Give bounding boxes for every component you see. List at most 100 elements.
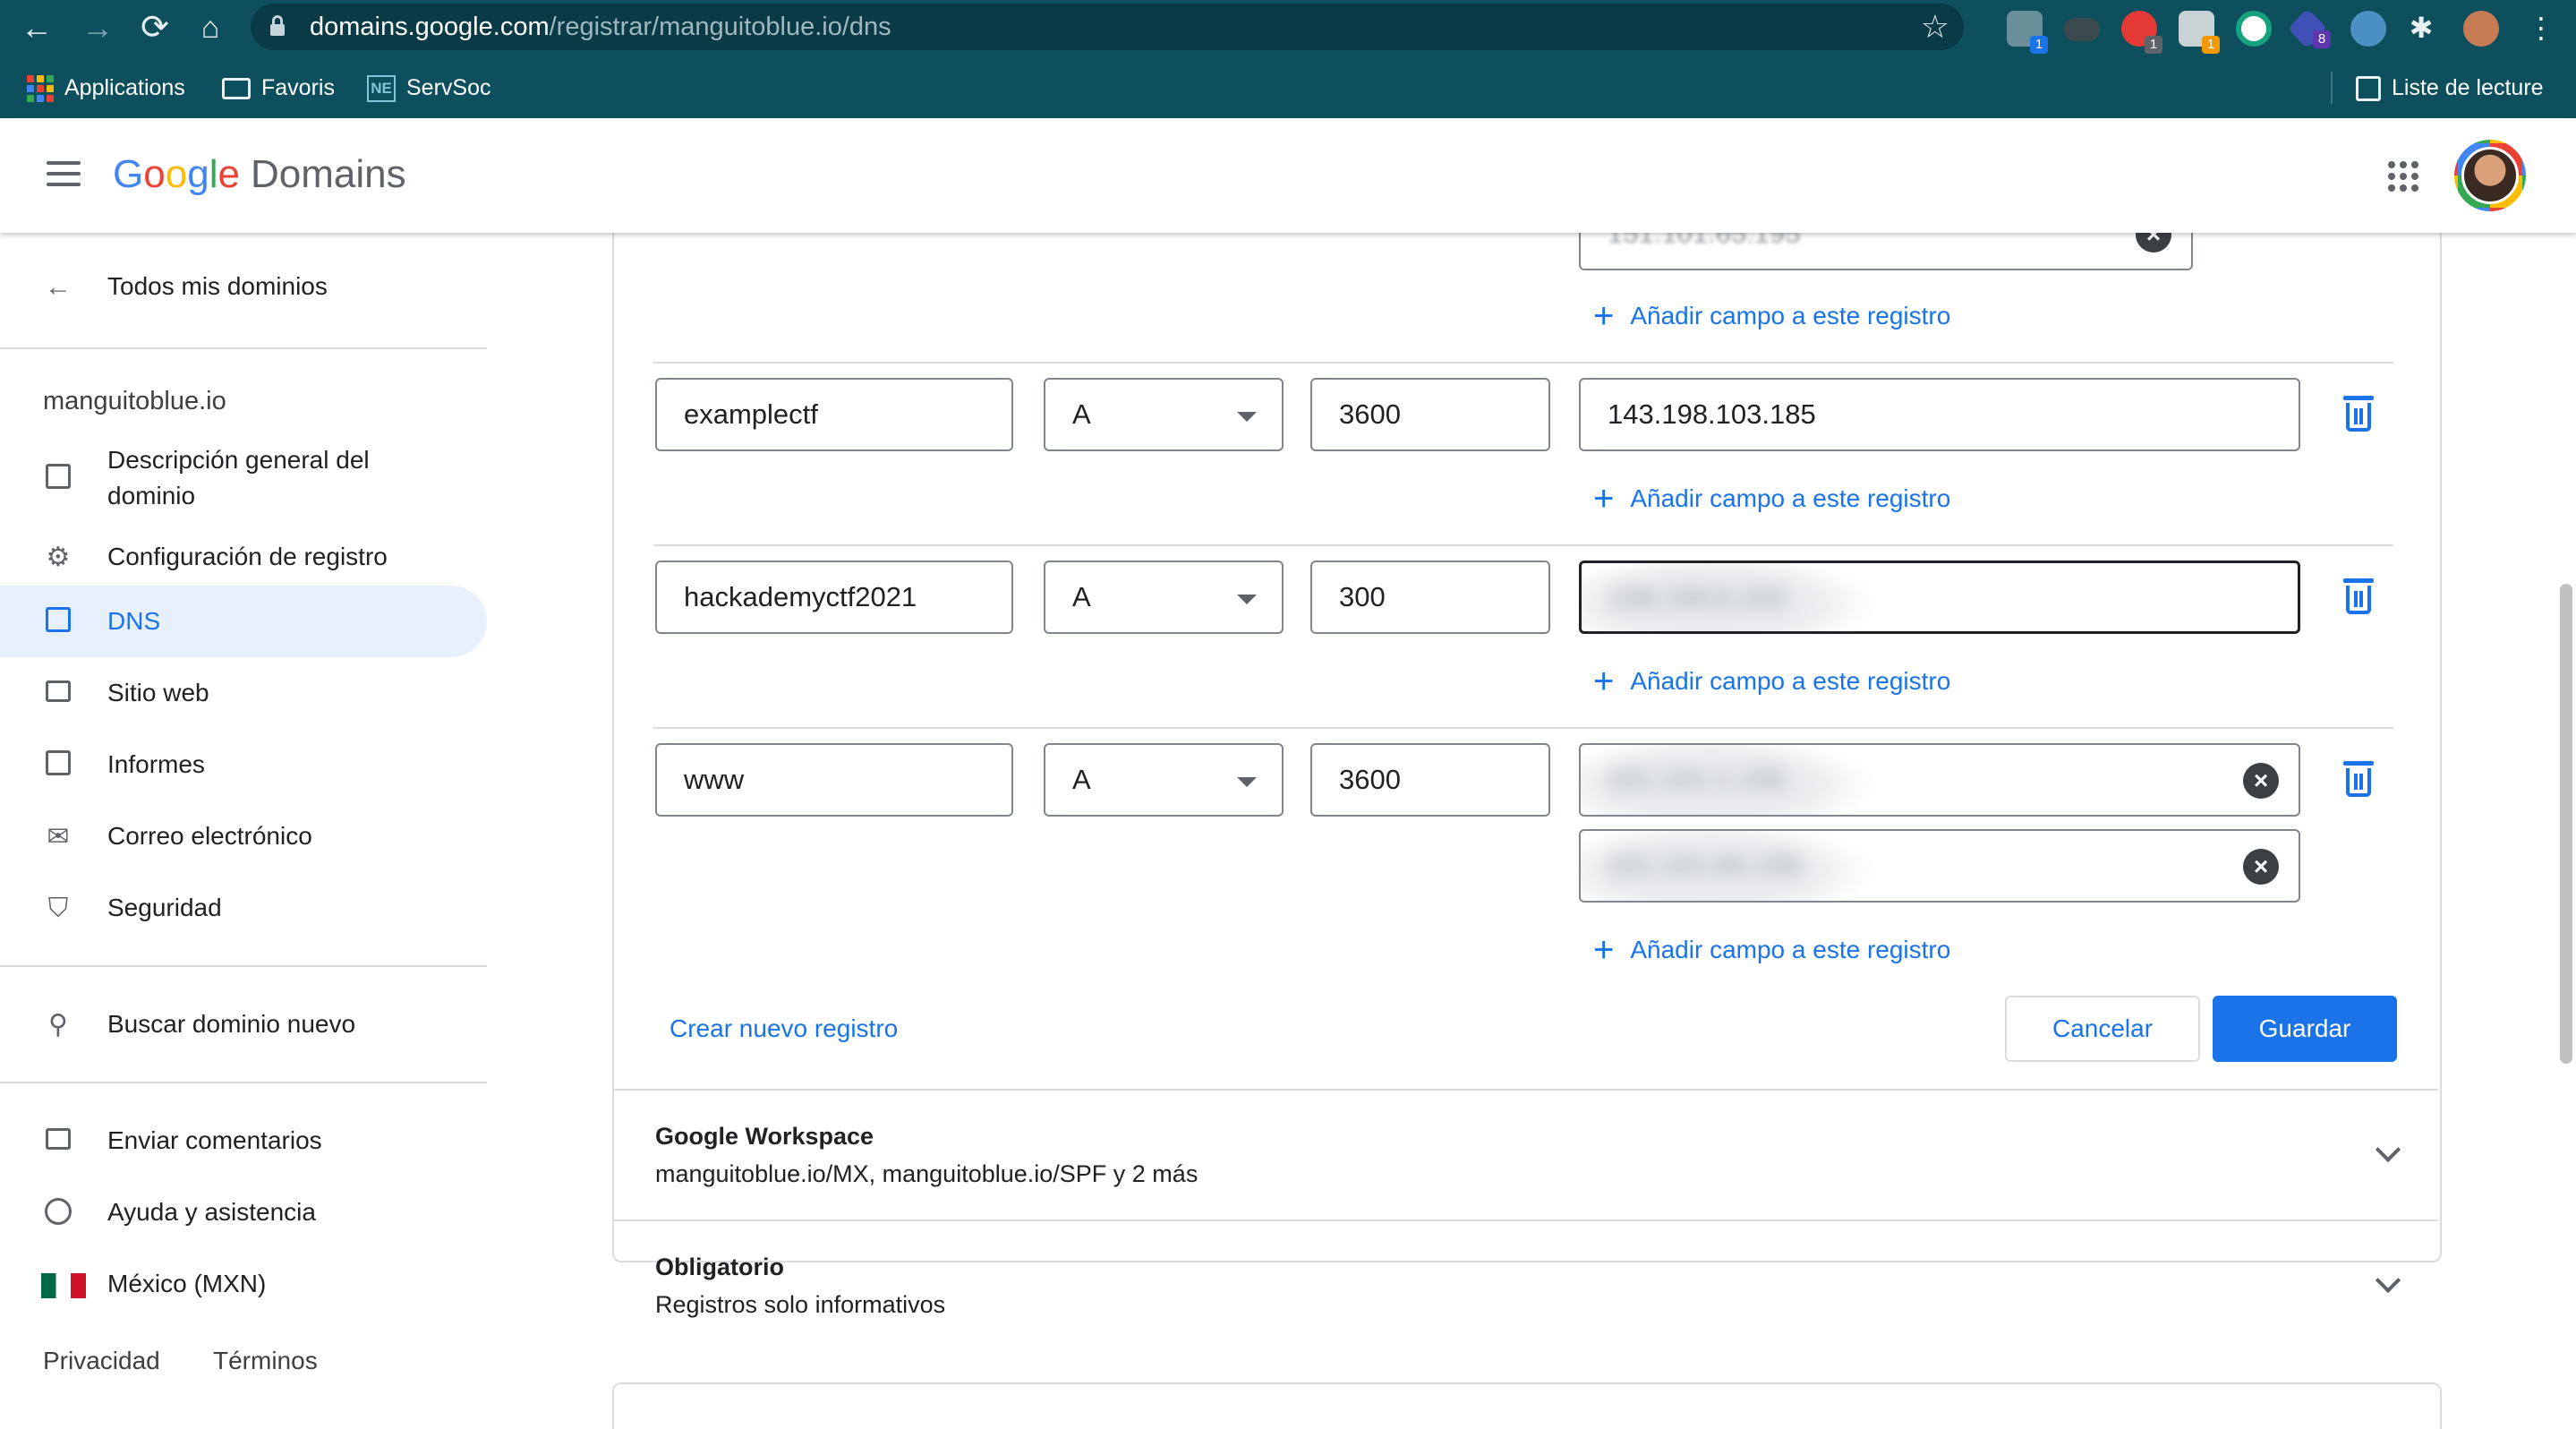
- adblock-extension-icon[interactable]: 1: [2121, 11, 2162, 54]
- field-value: 151.101.65.195: [1608, 850, 1801, 881]
- cancel-button[interactable]: Cancelar: [2005, 996, 2200, 1062]
- bookmark-favoris[interactable]: Favoris: [222, 70, 335, 106]
- bookmark-star-icon[interactable]: ☆: [1921, 9, 1949, 45]
- reading-list[interactable]: Liste de lecture: [2356, 70, 2544, 106]
- add-field-label: Añadir campo a este registro: [1630, 302, 1951, 329]
- ttl-field[interactable]: 3600: [1310, 378, 1550, 451]
- sidebar-item-reports[interactable]: Informes: [0, 729, 487, 800]
- sidebar-item-dns[interactable]: DNS: [0, 586, 487, 657]
- data-field[interactable]: 138.199.6.162: [1579, 560, 2300, 634]
- url-host: domains.google.com: [310, 13, 550, 41]
- host-name-field[interactable]: examplectf: [655, 378, 1013, 451]
- host-name-field[interactable]: hackademyctf2021: [655, 560, 1013, 634]
- sidebar-item-label: Informes: [107, 750, 205, 778]
- data-field[interactable]: 151.101.65.195 ×: [1579, 829, 2300, 903]
- privacy-link[interactable]: Privacidad: [43, 1347, 160, 1375]
- compass-extension-icon[interactable]: [2350, 11, 2386, 47]
- clear-icon[interactable]: ×: [2243, 763, 2279, 799]
- clear-icon[interactable]: ×: [2243, 849, 2279, 885]
- sidebar-item-label: Descripción general del dominio: [107, 446, 370, 509]
- add-field-link[interactable]: + Añadir campo a este registro: [1593, 659, 1950, 704]
- forward-arrow-icon[interactable]: →: [77, 7, 118, 48]
- dropdown-arrow-icon: [1237, 412, 1257, 422]
- puzzle-extension-icon[interactable]: ✱: [2401, 7, 2442, 48]
- profile-avatar[interactable]: [2463, 11, 2499, 47]
- add-field-link[interactable]: + Añadir campo a este registro: [1593, 294, 1950, 338]
- browser-chrome: ← → ⟳ ⌂ domains.google.com/registrar/man…: [0, 0, 2576, 118]
- sidebar-item-registration-settings[interactable]: ⚙ Configuración de registro: [0, 521, 487, 593]
- back-to-all-domains[interactable]: ← Todos mis dominios: [0, 251, 487, 322]
- sidebar-item-help[interactable]: Ayuda y asistencia: [0, 1177, 487, 1248]
- ttl-field[interactable]: 3600: [1310, 743, 1550, 817]
- create-record-link[interactable]: Crear nuevo registro: [670, 1006, 898, 1051]
- type-select[interactable]: A: [1044, 560, 1284, 634]
- field-value: 3600: [1339, 398, 1401, 430]
- type-select[interactable]: A: [1044, 743, 1284, 817]
- field-value: 300: [1339, 581, 1386, 612]
- sidebar-item-security[interactable]: ⛉ Seguridad: [0, 872, 487, 944]
- ttl-field[interactable]: 300: [1310, 560, 1550, 634]
- extension-badge: 1: [2145, 36, 2162, 54]
- section-subtitle: manguitoblue.io/MX, manguitoblue.io/SPF …: [655, 1160, 1198, 1187]
- next-card: [612, 1382, 2442, 1429]
- chevron-down-icon[interactable]: [2375, 1267, 2401, 1294]
- delete-icon[interactable]: [2341, 759, 2376, 799]
- url-text[interactable]: domains.google.com/registrar/manguitoblu…: [310, 4, 891, 50]
- lock-icon[interactable]: [270, 15, 285, 39]
- sidebar-item-overview[interactable]: Descripción general del dominio: [0, 441, 487, 516]
- sidebar-item-website[interactable]: Sitio web: [0, 657, 487, 729]
- browser-toolbar: ← → ⟳ ⌂ domains.google.com/registrar/man…: [0, 0, 2576, 56]
- section-title: Obligatorio: [655, 1254, 784, 1280]
- sidebar-divider: [0, 347, 487, 349]
- account-avatar[interactable]: [2454, 140, 2526, 211]
- address-bar[interactable]: domains.google.com/registrar/manguitoblu…: [251, 4, 1964, 50]
- sidebar-item-email[interactable]: ✉ Correo electrónico: [0, 800, 487, 872]
- translate-extension-icon[interactable]: 1: [2007, 11, 2048, 54]
- save-button[interactable]: Guardar: [2213, 996, 2397, 1062]
- back-arrow-icon: ←: [45, 272, 72, 302]
- gamepad-extension-icon[interactable]: [2064, 18, 2100, 41]
- field-value: www: [684, 764, 745, 795]
- chevron-down-icon[interactable]: [2375, 1136, 2401, 1163]
- bookmark-servsoc[interactable]: NE ServSoc: [367, 70, 490, 106]
- add-field-link[interactable]: + Añadir campo a este registro: [1593, 928, 1950, 972]
- data-field[interactable]: 151.101.1.195 ×: [1579, 743, 2300, 817]
- host-name-field[interactable]: www: [655, 743, 1013, 817]
- google-apps-icon[interactable]: [2388, 161, 2418, 192]
- field-value: 143.198.103.185: [1608, 398, 1816, 430]
- delete-icon[interactable]: [2341, 394, 2376, 433]
- hamburger-menu-icon[interactable]: [47, 161, 81, 188]
- shield-icon: ⛉: [47, 894, 69, 923]
- browser-menu-icon[interactable]: ⋮: [2521, 7, 2562, 48]
- terms-link[interactable]: Términos: [213, 1347, 318, 1375]
- sidebar-divider: [0, 1082, 487, 1083]
- google-domains-logo[interactable]: Google Domains: [113, 145, 406, 204]
- reload-icon[interactable]: ⟳: [134, 7, 175, 48]
- field-value: hackademyctf2021: [684, 581, 917, 612]
- reports-icon: [43, 750, 73, 781]
- search-icon: ⚲: [48, 1010, 68, 1040]
- product-name: Domains: [250, 152, 406, 196]
- delete-icon[interactable]: [2341, 577, 2376, 616]
- sidebar-item-label: México (MXN): [107, 1270, 267, 1297]
- sidebar-item-label: Buscar dominio nuevo: [107, 1010, 356, 1038]
- sidebar-item-search-domain[interactable]: ⚲ Buscar dominio nuevo: [0, 988, 487, 1060]
- bookmark-label: Applications: [64, 75, 185, 100]
- sidebar-item-label: Sitio web: [107, 679, 209, 706]
- grammarly-extension-icon[interactable]: [2236, 11, 2272, 47]
- sidebar-item-label: Seguridad: [107, 894, 222, 921]
- feedback-icon: [43, 1126, 73, 1157]
- scrollbar-thumb[interactable]: [2560, 584, 2572, 1064]
- section-obligatorio[interactable]: Obligatorio Registros solo informativos: [612, 1219, 2438, 1350]
- type-select[interactable]: A: [1044, 378, 1284, 451]
- sidebar-item-currency[interactable]: México (MXN): [0, 1248, 487, 1320]
- sidebar-item-feedback[interactable]: Enviar comentarios: [0, 1105, 487, 1177]
- section-google-workspace[interactable]: Google Workspace manguitoblue.io/MX, man…: [612, 1089, 2438, 1219]
- data-field[interactable]: 143.198.103.185: [1579, 378, 2300, 451]
- home-icon[interactable]: ⌂: [190, 7, 231, 48]
- add-field-link[interactable]: + Añadir campo a este registro: [1593, 476, 1950, 521]
- bookmark-applications[interactable]: Applications: [27, 70, 185, 106]
- extension-badge: 1: [2202, 36, 2220, 54]
- back-arrow-icon[interactable]: ←: [16, 7, 57, 48]
- wrench-extension-icon[interactable]: 1: [2179, 11, 2220, 54]
